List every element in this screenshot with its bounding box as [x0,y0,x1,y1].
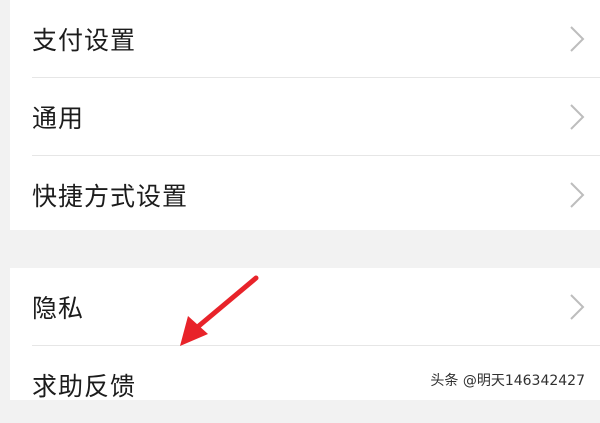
settings-item-general[interactable]: 通用 [10,78,600,155]
chevron-right-icon [568,102,586,132]
chevron-right-icon [568,180,586,210]
settings-item-label: 求助反馈 [32,371,137,401]
settings-item-privacy[interactable]: 隐私 [10,268,600,345]
settings-item-label: 快捷方式设置 [32,181,189,211]
settings-item-label: 通用 [32,103,85,133]
settings-item-payment[interactable]: 支付设置 [10,0,600,77]
settings-item-label: 隐私 [32,293,85,323]
settings-group-top: 支付设置 通用 快捷方式设置 [10,0,600,230]
chevron-right-icon [568,292,586,322]
settings-item-label: 支付设置 [32,25,137,55]
watermark: 头条 @明天146342427 [427,370,588,390]
settings-item-shortcuts[interactable]: 快捷方式设置 [10,156,600,233]
chevron-right-icon [568,24,586,54]
